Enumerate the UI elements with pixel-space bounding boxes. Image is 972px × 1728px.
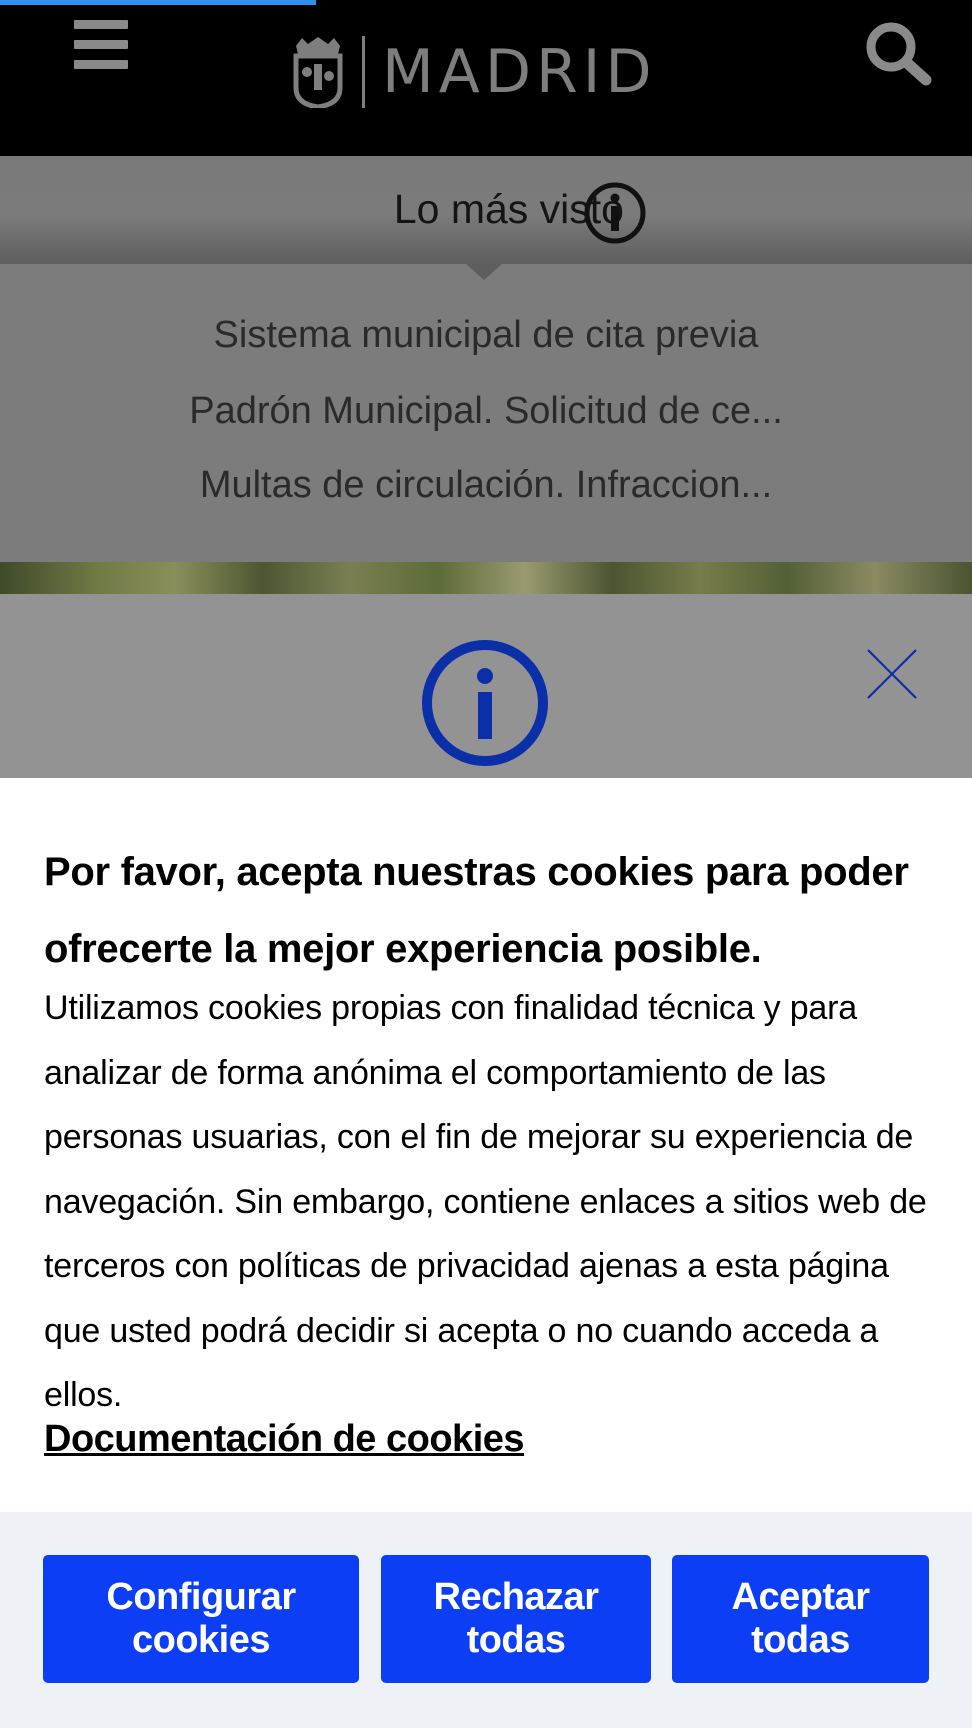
cookie-title: Por favor, acepta nuestras cookies para … (44, 850, 909, 971)
logo-divider (362, 36, 365, 108)
info-icon[interactable] (582, 180, 648, 246)
madrid-logo[interactable]: MADRID (292, 36, 682, 108)
hamburger-icon[interactable] (74, 20, 128, 69)
configure-cookies-button[interactable]: Configurar cookies (43, 1555, 359, 1683)
hero-photo (0, 562, 972, 594)
info-icon (422, 640, 548, 766)
most-viewed-link-cita-previa[interactable]: Sistema municipal de cita previa (0, 314, 972, 357)
close-icon[interactable] (864, 646, 920, 702)
most-viewed-title: Lo más visto (393, 186, 624, 232)
most-viewed-list: Sistema municipal de cita previa Padrón … (0, 264, 972, 562)
cookie-banner: Por favor, acepta nuestras cookies para … (0, 778, 972, 1512)
most-viewed-pointer (466, 264, 502, 280)
most-viewed-link-padron[interactable]: Padrón Municipal. Solicitud de ce... (0, 390, 972, 433)
button-label-line: cookies (131, 1619, 271, 1661)
most-viewed-header[interactable]: Lo más visto (0, 156, 972, 264)
button-label-line: Configurar (106, 1576, 296, 1618)
search-icon[interactable] (864, 20, 934, 86)
button-label-line: todas (751, 1619, 850, 1661)
button-label-line: Aceptar (731, 1576, 871, 1618)
accept-all-button[interactable]: Aceptar todas (672, 1555, 929, 1683)
cookie-description: Utilizamos cookies propias con finalidad… (44, 989, 927, 1414)
most-viewed-link-multas[interactable]: Multas de circulación. Infraccion... (0, 464, 972, 507)
page-load-progress (0, 0, 316, 5)
reject-all-button[interactable]: Rechazar todas (381, 1555, 651, 1683)
cookie-documentation-link[interactable]: Documentación de cookies (44, 1418, 525, 1461)
site-header: MADRID (0, 0, 972, 156)
madrid-crest-icon (293, 37, 343, 108)
logo-title: MADRID (382, 37, 657, 107)
button-label-line: Rechazar (433, 1576, 599, 1618)
button-label-line: todas (466, 1619, 566, 1661)
